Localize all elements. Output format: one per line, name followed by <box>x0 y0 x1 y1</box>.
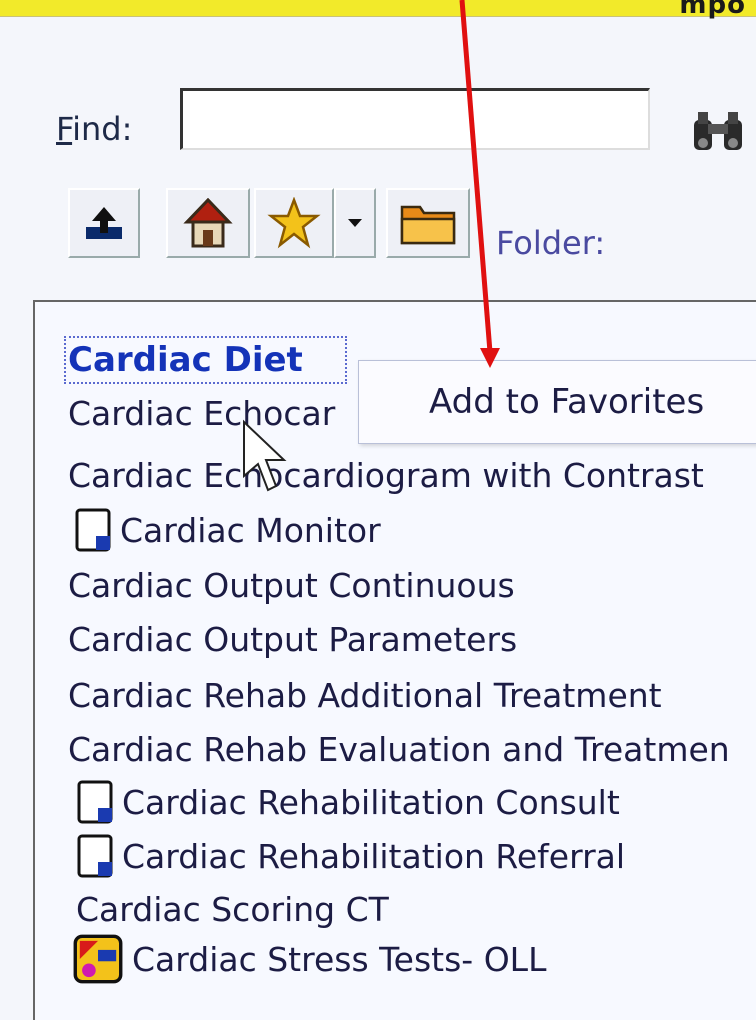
home-button[interactable] <box>166 188 250 258</box>
folder-label: Folder: <box>496 224 606 262</box>
star-icon <box>267 197 321 249</box>
favorites-button[interactable] <box>254 188 334 258</box>
window-title: mpo <box>679 0 746 20</box>
up-folder-icon <box>86 207 122 239</box>
list-item[interactable]: Cardiac Output Parameters <box>68 620 517 659</box>
list-item-selected[interactable]: Cardiac Diet <box>64 336 347 384</box>
document-icon <box>77 834 113 878</box>
list-item[interactable]: Cardiac Monitor <box>74 508 381 552</box>
list-item[interactable]: Cardiac Rehabilitation Referral <box>76 834 625 878</box>
folder-button[interactable] <box>386 188 470 258</box>
document-icon <box>77 780 113 824</box>
list-item[interactable]: Cardiac Rehab Evaluation and Treatmen <box>68 730 730 769</box>
find-label: Find: <box>56 110 133 148</box>
list-item[interactable]: Cardiac Scoring CT <box>76 890 389 929</box>
title-bar: mpo <box>0 0 756 20</box>
order-set-icon <box>73 934 123 984</box>
list-item[interactable]: Cardiac Echocar <box>68 394 335 433</box>
list-item[interactable]: Cardiac Echocardiogram with Contrast <box>68 456 704 495</box>
dropdown-arrow-icon <box>348 219 362 227</box>
document-icon <box>75 508 111 552</box>
home-icon <box>183 197 233 248</box>
list-item[interactable]: Cardiac Rehab Additional Treatment <box>68 676 662 715</box>
favorites-dropdown-button[interactable] <box>334 188 376 258</box>
binoculars-search-icon[interactable] <box>690 110 746 154</box>
list-item[interactable]: Cardiac Output Continuous <box>68 566 515 605</box>
up-folder-button[interactable] <box>68 188 140 258</box>
mouse-cursor-icon <box>243 419 287 492</box>
find-input[interactable] <box>180 88 650 150</box>
list-item[interactable]: Cardiac Stress Tests- OLL <box>70 934 546 984</box>
folder-icon <box>400 205 456 245</box>
add-to-favorites-menu-item[interactable]: Add to Favorites <box>429 382 704 422</box>
context-menu: Add to Favorites <box>358 360 756 444</box>
list-item[interactable]: Cardiac Rehabilitation Consult <box>76 780 620 824</box>
